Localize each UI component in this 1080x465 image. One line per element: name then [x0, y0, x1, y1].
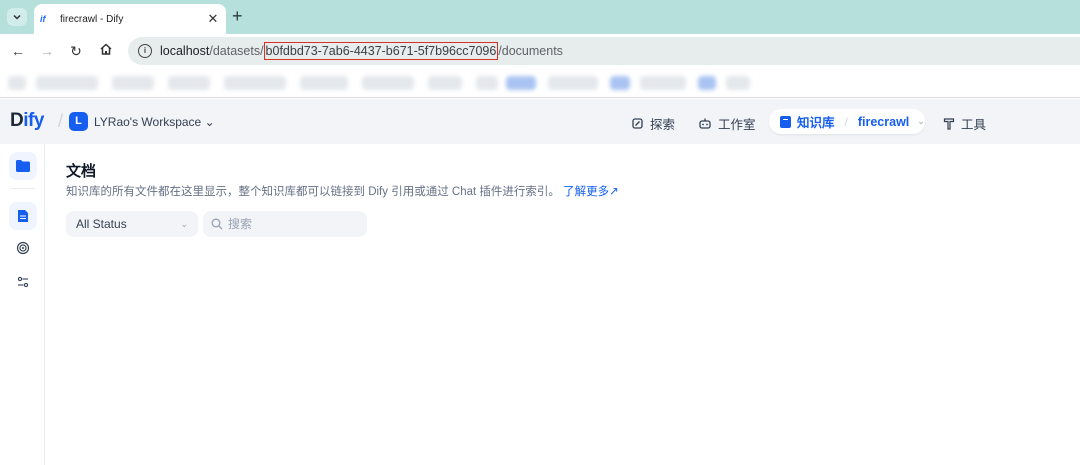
- reload-icon[interactable]: ↻: [67, 42, 85, 60]
- bookmark-blurred[interactable]: [168, 76, 210, 90]
- search-icon: [211, 218, 223, 230]
- search-input[interactable]: [228, 217, 358, 231]
- bookmark-blurred[interactable]: [548, 76, 598, 90]
- sidebar-item-hit-testing[interactable]: [9, 234, 37, 262]
- breadcrumb-separator: /: [844, 114, 848, 129]
- new-tab-plus-icon[interactable]: +: [232, 7, 243, 25]
- browser-tab-bar: if firecrawl - Dify ✕ +: [0, 0, 1080, 34]
- bookmark-blurred[interactable]: [362, 76, 414, 90]
- dify-favicon-icon: if: [40, 14, 46, 24]
- address-bar[interactable]: i localhost/datasets/b0fdbd73-7ab6-4437-…: [128, 37, 1080, 65]
- status-filter-value: All Status: [76, 217, 127, 231]
- dataset-selector[interactable]: firecrawl: [858, 115, 909, 129]
- bookmarks-bar: [0, 68, 1080, 98]
- url-highlight-box: b0fdbd73-7ab6-4437-b671-5f7b96cc7096: [263, 42, 499, 60]
- bookmark-blurred[interactable]: [476, 76, 498, 90]
- url-text: localhost/datasets/b0fdbd73-7ab6-4437-b6…: [160, 42, 563, 60]
- settings-sliders-icon: [17, 276, 29, 288]
- header-divider: /: [58, 111, 64, 131]
- workspace-avatar[interactable]: L: [69, 112, 88, 131]
- tab-search-button[interactable]: [7, 8, 27, 26]
- page-description: 知识库的所有文件都在这里显示，整个知识库都可以链接到 Dify 引用或通过 Ch…: [66, 186, 619, 198]
- target-icon: [16, 241, 30, 255]
- bookmark-blurred[interactable]: [698, 76, 716, 90]
- bookmark-blurred[interactable]: [224, 76, 286, 90]
- robot-icon: [699, 118, 711, 129]
- documents-panel: 文档 知识库的所有文件都在这里显示，整个知识库都可以链接到 Dify 引用或通过…: [45, 144, 1080, 465]
- back-arrow-icon[interactable]: ←: [9, 42, 27, 60]
- compass-icon: [632, 118, 643, 129]
- folder-icon[interactable]: [9, 152, 37, 180]
- bookmark-blurred[interactable]: [112, 76, 154, 90]
- document-icon: [18, 210, 28, 222]
- browser-toolbar: ← → ↻ i localhost/datasets/b0fdbd73-7ab6…: [0, 34, 1080, 68]
- close-icon[interactable]: ✕: [206, 11, 220, 27]
- bookmark-blurred[interactable]: [36, 76, 98, 90]
- bookmark-blurred[interactable]: [428, 76, 462, 90]
- page-title: 文档: [66, 163, 97, 180]
- bookmark-blurred[interactable]: [300, 76, 348, 90]
- learn-more-link[interactable]: 了解更多↗: [563, 186, 619, 198]
- dataset-sidebar: [0, 144, 45, 465]
- nav-tools[interactable]: 工具: [943, 114, 986, 133]
- chevron-down-icon: [13, 14, 21, 20]
- browser-tab[interactable]: if firecrawl - Dify ✕: [34, 4, 226, 34]
- bookmark-blurred[interactable]: [506, 76, 536, 90]
- bookmark-blurred[interactable]: [640, 76, 686, 90]
- nav-knowledge-label: 知识库: [797, 116, 835, 130]
- chevron-down-icon[interactable]: ⌄: [917, 116, 925, 127]
- dify-logo[interactable]: Dify: [10, 110, 44, 132]
- home-icon[interactable]: [97, 42, 115, 60]
- chevron-down-icon: ⌄: [180, 218, 188, 229]
- forward-arrow-icon[interactable]: →: [38, 42, 56, 60]
- book-icon: [780, 115, 791, 128]
- bookmark-blurred[interactable]: [8, 76, 26, 90]
- sidebar-item-settings[interactable]: [9, 268, 37, 296]
- bookmark-blurred[interactable]: [610, 76, 630, 90]
- app-header: Dify / L LYRao's Workspace ⌄ 探索 工作室 知识库 …: [0, 99, 1080, 144]
- site-info-icon[interactable]: i: [138, 44, 152, 58]
- hammer-icon: [943, 118, 955, 130]
- sidebar-item-documents[interactable]: [9, 202, 37, 230]
- nav-explore[interactable]: 探索: [631, 114, 675, 133]
- nav-knowledge[interactable]: 知识库 / firecrawl ⌄: [769, 109, 925, 134]
- chevron-down-icon: ⌄: [204, 115, 215, 129]
- bookmark-blurred[interactable]: [726, 76, 750, 90]
- search-box[interactable]: [203, 211, 367, 237]
- tab-title: firecrawl - Dify: [60, 13, 124, 25]
- nav-studio[interactable]: 工作室: [698, 114, 756, 133]
- external-link-icon: ↗: [609, 186, 619, 198]
- status-filter-select[interactable]: All Status ⌄: [66, 211, 198, 237]
- sidebar-divider: [10, 188, 35, 189]
- workspace-selector[interactable]: LYRao's Workspace ⌄: [94, 115, 215, 129]
